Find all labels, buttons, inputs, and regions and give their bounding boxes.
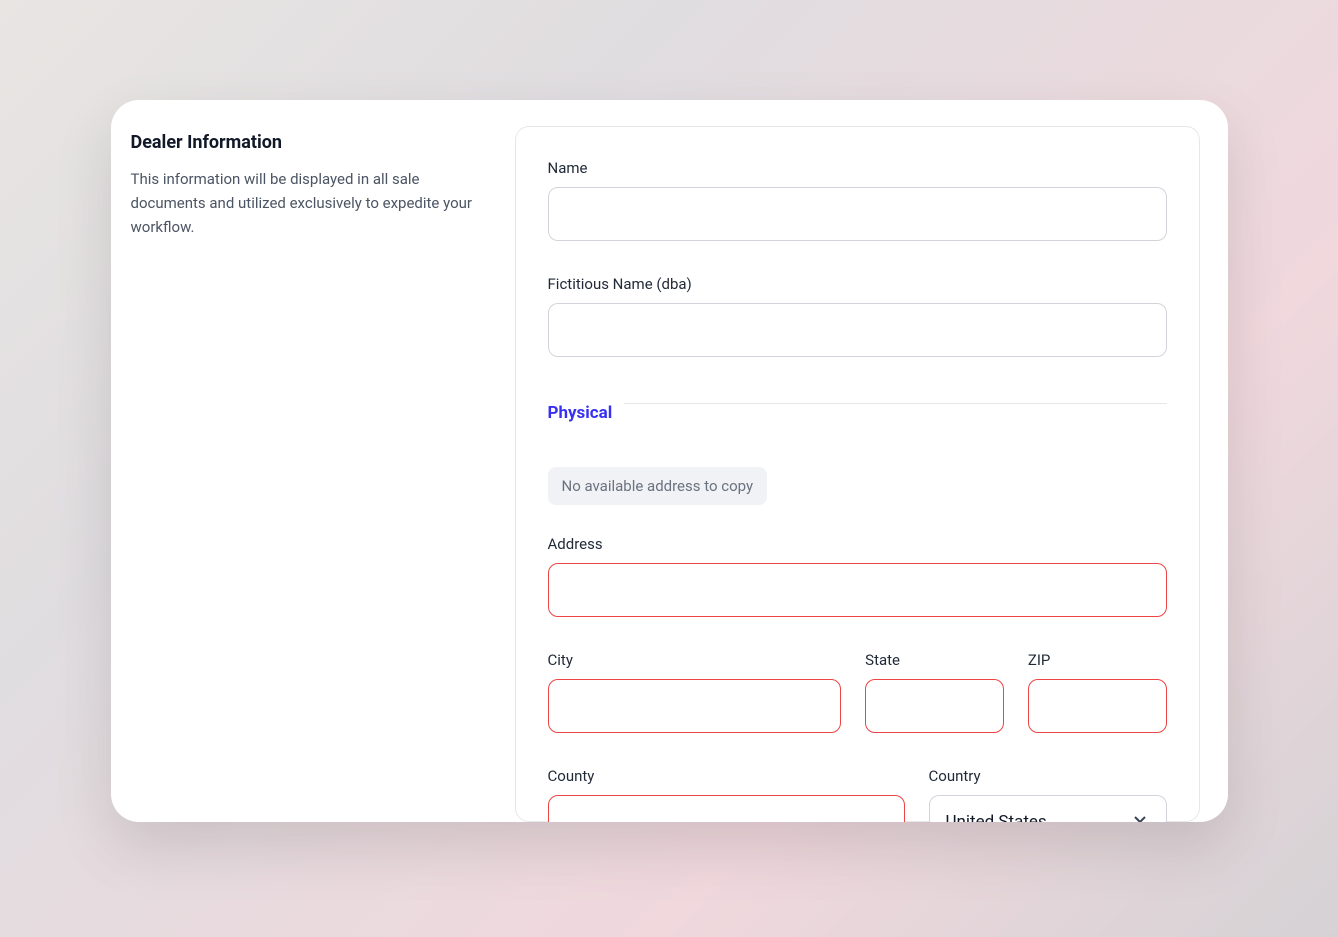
sidebar-title: Dealer Information bbox=[131, 132, 495, 153]
state-label: State bbox=[865, 651, 1004, 669]
county-label: County bbox=[548, 767, 905, 785]
county-group: County bbox=[548, 767, 905, 822]
zip-group: ZIP bbox=[1028, 651, 1167, 733]
state-input[interactable] bbox=[865, 679, 1004, 733]
fictitious-name-group: Fictitious Name (dba) bbox=[548, 275, 1167, 357]
fictitious-name-label: Fictitious Name (dba) bbox=[548, 275, 1167, 293]
name-input[interactable] bbox=[548, 187, 1167, 241]
country-value: United States bbox=[946, 812, 1047, 823]
name-label: Name bbox=[548, 159, 1167, 177]
fictitious-name-input[interactable] bbox=[548, 303, 1167, 357]
copy-address-pill[interactable]: No available address to copy bbox=[548, 467, 768, 505]
zip-input[interactable] bbox=[1028, 679, 1167, 733]
dealer-info-card: Dealer Information This information will… bbox=[111, 100, 1228, 822]
address-input[interactable] bbox=[548, 563, 1167, 617]
address-group: Address bbox=[548, 535, 1167, 617]
city-state-zip-row: City State ZIP bbox=[548, 651, 1167, 733]
zip-label: ZIP bbox=[1028, 651, 1167, 669]
physical-fieldset: Physical bbox=[548, 391, 1167, 423]
city-label: City bbox=[548, 651, 842, 669]
form-section: Name Fictitious Name (dba) Physical No a… bbox=[515, 126, 1200, 822]
sidebar: Dealer Information This information will… bbox=[111, 100, 515, 822]
country-label: Country bbox=[929, 767, 1167, 785]
sidebar-description: This information will be displayed in al… bbox=[131, 167, 495, 239]
city-group: City bbox=[548, 651, 842, 733]
address-label: Address bbox=[548, 535, 1167, 553]
name-group: Name bbox=[548, 159, 1167, 241]
county-input[interactable] bbox=[548, 795, 905, 822]
physical-legend: Physical bbox=[548, 403, 625, 423]
city-input[interactable] bbox=[548, 679, 842, 733]
state-group: State bbox=[865, 651, 1004, 733]
country-group: Country United States bbox=[929, 767, 1167, 822]
fieldset-divider bbox=[548, 403, 1167, 404]
country-select[interactable]: United States bbox=[929, 795, 1167, 822]
close-icon[interactable] bbox=[1130, 812, 1150, 823]
county-country-row: County Country United States bbox=[548, 767, 1167, 822]
